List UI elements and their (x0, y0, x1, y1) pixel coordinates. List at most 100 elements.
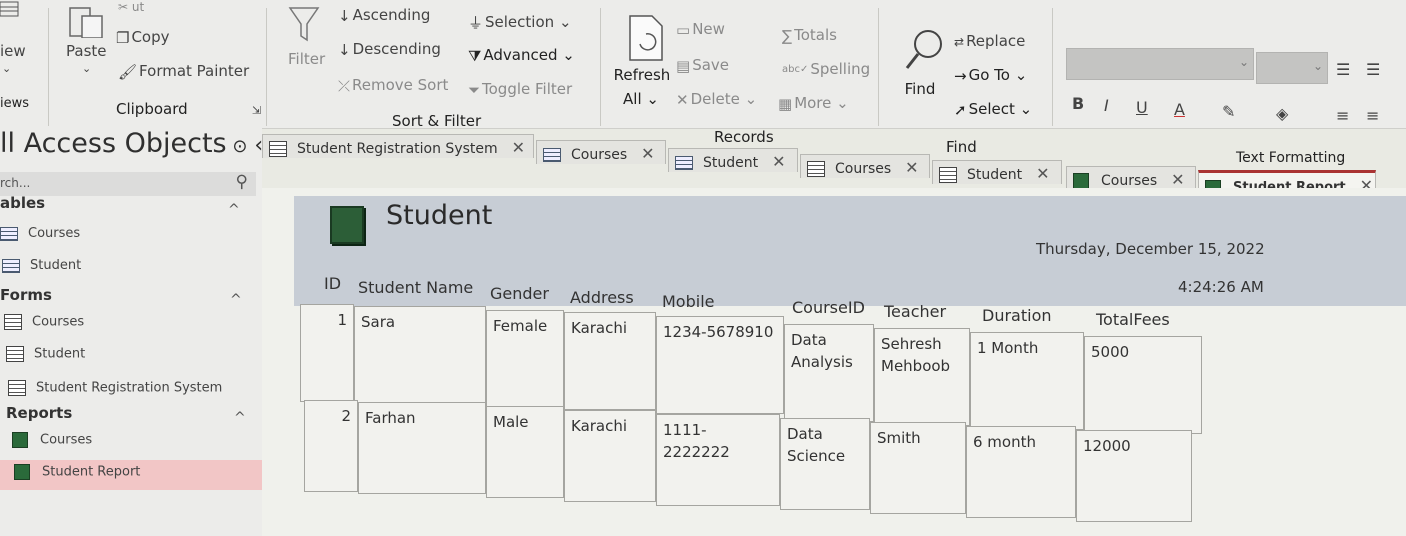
font-color-button[interactable]: A (1174, 100, 1185, 119)
sort-descending-icon: ↓ (338, 40, 351, 59)
close-icon[interactable]: ✕ (512, 138, 525, 157)
collapse-reports-icon[interactable]: ^ (234, 410, 246, 426)
view-icon[interactable] (0, 0, 22, 24)
refresh-all-button[interactable]: All ⌄ (616, 90, 666, 108)
save-record-button[interactable]: ▤ Save (676, 56, 729, 75)
close-icon[interactable]: ✕ (1036, 164, 1049, 183)
toggle-filter-button[interactable]: ⏷ Toggle Filter (468, 80, 572, 99)
nav-section-forms[interactable]: Forms (0, 286, 52, 304)
tab-courses-table[interactable]: Courses ✕ (536, 140, 666, 164)
delete-record-button[interactable]: ✕ Delete ⌄ (676, 90, 757, 109)
group-separator (600, 8, 601, 126)
numbering-icon[interactable]: ☰ (1366, 60, 1380, 79)
view-dropdown-icon[interactable]: ⌄ (2, 62, 11, 75)
align-center-icon[interactable]: ≡ (1366, 106, 1379, 125)
filter-icon[interactable] (288, 4, 320, 48)
goto-button[interactable]: → Go To ⌄ (954, 66, 1027, 85)
report-time: 4:24:26 AM (1178, 278, 1264, 296)
group-separator (266, 8, 267, 126)
column-header-courseid: CourseID (792, 298, 865, 317)
clipboard-group-label: Clipboard (116, 100, 188, 118)
nav-section-reports[interactable]: Reports (6, 404, 72, 422)
underline-button[interactable]: U (1136, 98, 1148, 117)
find-button[interactable]: Find (898, 80, 942, 98)
close-icon[interactable]: ✕ (641, 144, 654, 163)
font-size-combo[interactable]: ⌄ (1256, 52, 1328, 84)
tab-courses-report[interactable]: Courses ✕ (1066, 166, 1196, 190)
highlight-icon[interactable]: ✎ (1222, 102, 1235, 121)
paste-button[interactable]: Paste (66, 42, 107, 60)
collapse-forms-icon[interactable]: ^ (230, 292, 242, 308)
tab-courses-form[interactable]: Courses ✕ (800, 154, 930, 178)
refresh-button[interactable]: Refresh (612, 66, 672, 84)
select-button[interactable]: ➚ Select ⌄ (954, 100, 1032, 119)
chevron-down-icon: ⌄ (1238, 55, 1249, 69)
nav-pane-title[interactable]: ll Access Objects ⊙ ‹ (0, 128, 263, 159)
toggle-filter-icon: ⏷ (468, 80, 481, 99)
fill-color-icon[interactable]: ◈ (1276, 104, 1288, 123)
form-icon (807, 161, 825, 177)
close-icon[interactable]: ✕ (1171, 170, 1184, 189)
view-button[interactable]: iew (0, 42, 26, 60)
nav-item-form-student[interactable]: Student (6, 346, 85, 362)
nav-item-form-registration[interactable]: Student Registration System (8, 380, 222, 396)
collapse-pane-icon[interactable]: ‹ (247, 133, 263, 158)
cell-address: Karachi (564, 312, 656, 410)
replace-button[interactable]: ⇄ Replace (954, 32, 1025, 50)
save-icon: ▤ (676, 56, 691, 75)
tab-student-form[interactable]: Student ✕ (932, 160, 1062, 184)
report-date: Thursday, December 15, 2022 (1036, 240, 1265, 258)
new-record-button[interactable]: ▭ New (676, 20, 725, 39)
filter-button[interactable]: Filter (288, 50, 325, 68)
font-name-combo[interactable]: ⌄ (1066, 48, 1254, 80)
report-icon (12, 432, 28, 448)
tab-student-registration-system[interactable]: Student Registration System ✕ (262, 134, 534, 158)
refresh-icon[interactable] (626, 14, 666, 66)
chevron-down-icon: ⌄ (562, 46, 575, 64)
group-separator (878, 8, 879, 126)
cell-course: Data Analysis (784, 324, 874, 422)
copy-button[interactable]: ❐ Copy (116, 28, 170, 47)
cut-icon: ✂ (118, 0, 129, 14)
paste-dropdown-icon[interactable]: ⌄ (82, 62, 91, 75)
ribbon: iew ⌄ iews Paste ⌄ ✂ ut ❐ Copy 🖌 Format Pa… (0, 0, 1406, 166)
format-painter-button[interactable]: 🖌 Format Painter (118, 62, 249, 81)
cell-totalfees: 5000 (1084, 336, 1202, 434)
align-left-icon[interactable]: ≡ (1336, 106, 1349, 125)
totals-button[interactable]: ∑ Totals (782, 26, 837, 45)
report-icon (1073, 173, 1089, 189)
collapse-tables-icon[interactable]: ^ (228, 202, 240, 218)
nav-item-table-student[interactable]: Student (2, 258, 81, 273)
descending-button[interactable]: ↓ Descending (338, 40, 441, 59)
tab-student-table[interactable]: Student ✕ (668, 148, 798, 172)
selection-button[interactable]: ⏚ Selection ⌄ (468, 12, 572, 33)
chevron-down-icon: ⌄ (1014, 66, 1028, 84)
find-icon[interactable] (904, 28, 944, 76)
more-button[interactable]: ▦ More ⌄ (778, 94, 849, 113)
advanced-button[interactable]: ⧩ Advanced ⌄ (468, 46, 575, 65)
search-icon[interactable]: ⚲ (236, 172, 248, 192)
remove-sort-button[interactable]: ⤫ Remove Sort (338, 76, 448, 95)
bold-button[interactable]: B (1072, 94, 1084, 113)
nav-search-input[interactable]: rch... ⚲ (0, 172, 256, 196)
navigation-pane: ll Access Objects ⊙ ‹ rch... ⚲ ables ^ Co… (0, 128, 264, 536)
nav-section-tables[interactable]: ables (0, 194, 45, 212)
nav-item-report-student-report[interactable]: Student Report (0, 460, 264, 490)
new-record-icon: ▭ (676, 20, 691, 39)
italic-button[interactable]: I (1104, 96, 1109, 115)
close-icon[interactable]: ✕ (772, 152, 785, 171)
paste-icon[interactable] (68, 4, 106, 42)
clipboard-launcher-icon[interactable]: ⇲ (252, 104, 261, 117)
nav-item-report-courses[interactable]: Student ReportCourses (12, 432, 92, 448)
remove-sort-icon: ⤫ (338, 76, 351, 95)
cell-duration: 6 month (966, 426, 1076, 518)
bullets-icon[interactable]: ☰ (1336, 60, 1350, 79)
spelling-button[interactable]: abc✓ Spelling (782, 60, 870, 78)
nav-item-form-courses[interactable]: Courses (4, 314, 84, 330)
close-icon[interactable]: ✕ (905, 158, 918, 177)
ascending-button[interactable]: ↓ Ascending (338, 6, 430, 25)
nav-item-table-courses[interactable]: Courses (0, 226, 80, 241)
nav-menu-chevron-icon[interactable]: ⊙ (227, 136, 247, 157)
column-header-teacher: Teacher (884, 302, 947, 321)
cut-button[interactable]: ✂ ut (118, 0, 144, 14)
